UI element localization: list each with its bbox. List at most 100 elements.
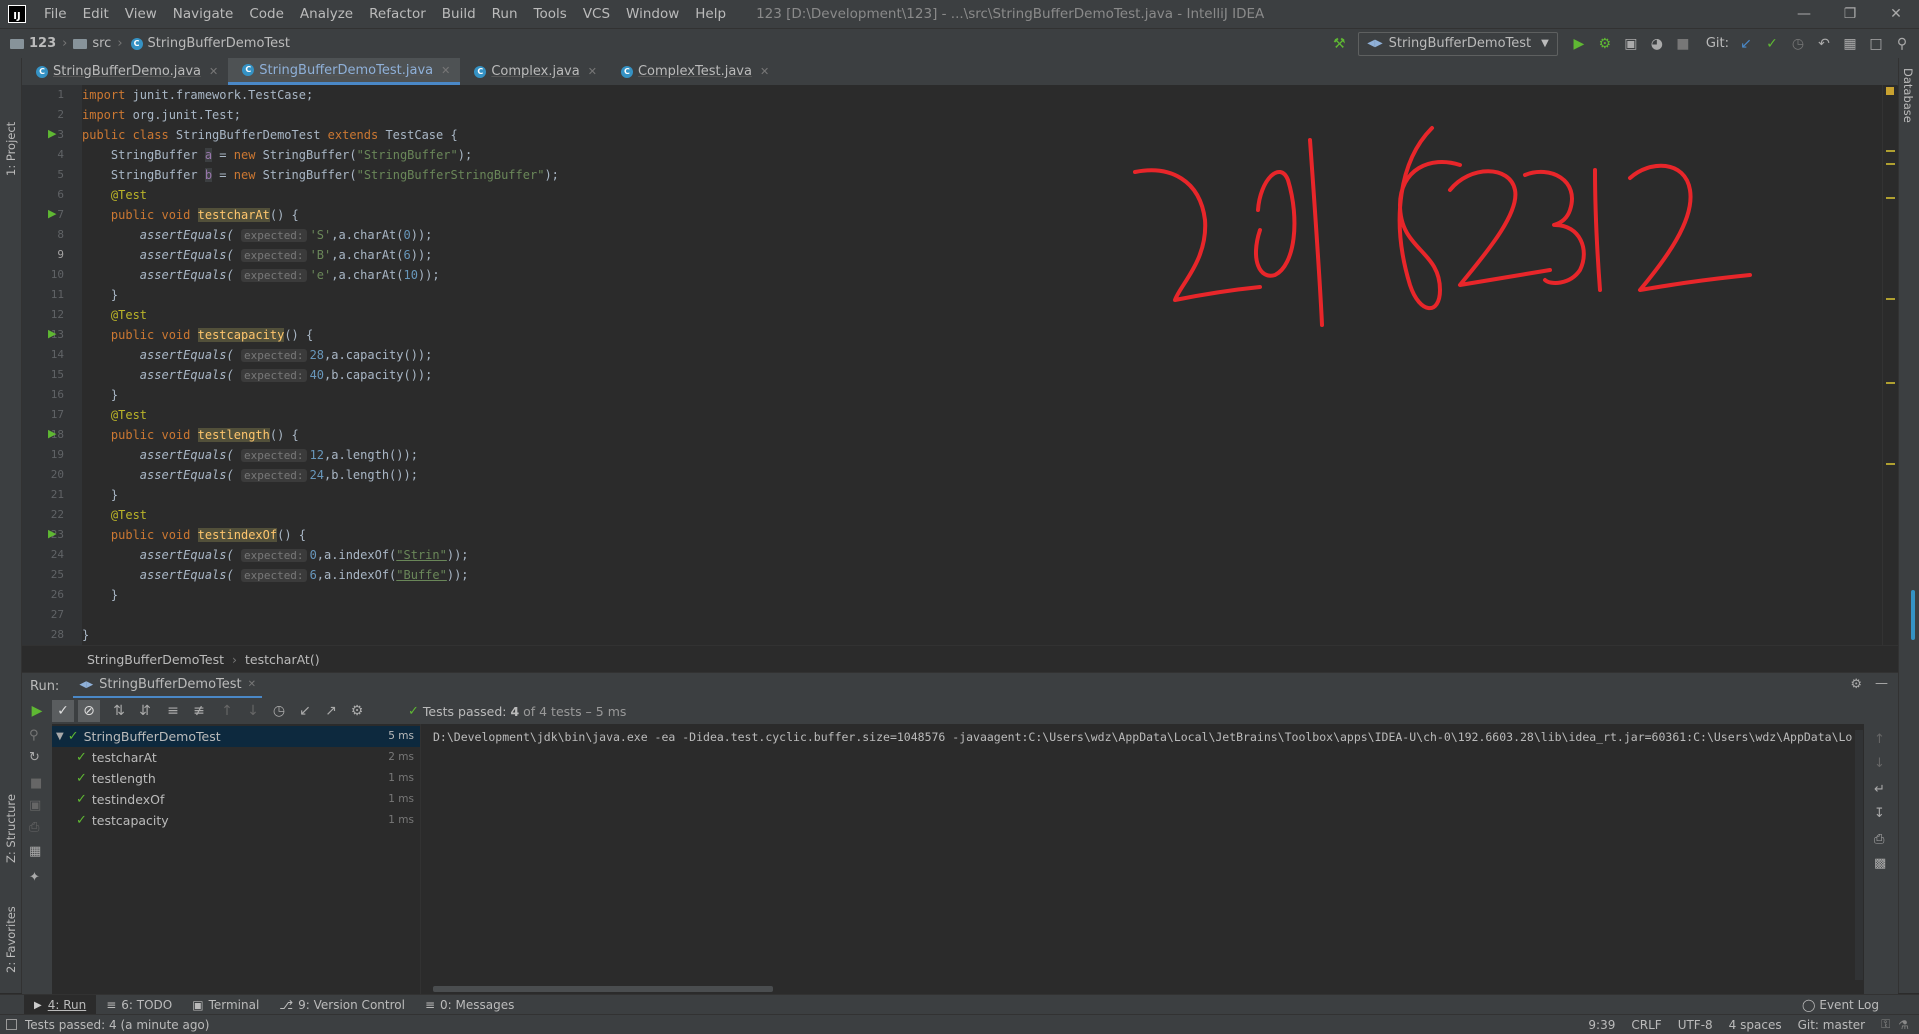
run-test-icon[interactable]: ▶ <box>48 427 56 440</box>
file-encoding[interactable]: UTF-8 <box>1670 1018 1721 1032</box>
prev-failed-icon[interactable]: ↑ <box>216 700 238 722</box>
messages-tool-button[interactable]: ≡ 0: Messages <box>415 995 524 1015</box>
event-log-button[interactable]: ◯ Event Log <box>1792 995 1889 1015</box>
pin-icon[interactable]: ⚲ <box>29 728 39 743</box>
layout-icon[interactable]: ▦ <box>29 844 41 859</box>
tab-stringbufferdemo[interactable]: C StringBufferDemo.java ✕ <box>22 58 228 85</box>
tab-complex[interactable]: C Complex.java ✕ <box>460 58 607 85</box>
export-tests-icon[interactable]: ↗ <box>320 700 342 722</box>
next-failed-icon[interactable]: ↓ <box>242 700 264 722</box>
camera-icon[interactable]: ▣ <box>29 798 41 813</box>
favorites-tool-button[interactable]: 2: Favorites <box>4 906 18 973</box>
import-tests-icon[interactable]: ↙ <box>294 700 316 722</box>
run-tool-button[interactable]: ▶ 4: Run <box>24 995 97 1015</box>
git-branch[interactable]: Git: master <box>1790 1018 1874 1032</box>
tab-stringbufferdemotest[interactable]: C StringBufferDemoTest.java ✕ <box>228 58 461 85</box>
menu-code[interactable]: Code <box>241 6 292 22</box>
menu-navigate[interactable]: Navigate <box>165 6 242 22</box>
stop-icon[interactable]: ■ <box>1672 33 1694 55</box>
git-commit-icon[interactable]: ✓ <box>1761 33 1783 55</box>
close-tab-icon[interactable]: ✕ <box>248 679 256 690</box>
menu-file[interactable]: File <box>36 6 75 22</box>
stripe-mark[interactable] <box>1886 197 1895 199</box>
git-revert-icon[interactable]: ↶ <box>1813 33 1835 55</box>
run-test-icon[interactable]: ▶ <box>48 207 56 220</box>
stripe-mark[interactable] <box>1886 382 1895 384</box>
pin-tab-icon[interactable]: ✦ <box>29 870 40 885</box>
close-tab-icon[interactable]: ✕ <box>441 64 450 77</box>
show-passed-icon[interactable]: ✓ <box>52 700 74 722</box>
caret-position[interactable]: 9:39 <box>1580 1018 1623 1032</box>
tree-test-node[interactable]: ✓ testcapacity 1 ms <box>76 810 420 831</box>
settings-gear-icon[interactable]: ⚙ <box>1850 677 1862 692</box>
restore-icon[interactable]: ❐ <box>1827 0 1873 28</box>
menu-window[interactable]: Window <box>618 6 687 22</box>
warning-indicator-icon[interactable] <box>1886 87 1894 95</box>
minimize-icon[interactable]: — <box>1781 0 1827 28</box>
console-output[interactable]: D:\Development\jdk\bin\java.exe -ea -Did… <box>421 724 1863 994</box>
menu-view[interactable]: View <box>117 6 165 22</box>
tree-test-node[interactable]: ✓ testcharAt 2 ms <box>76 747 420 768</box>
menu-vcs[interactable]: VCS <box>575 6 618 22</box>
menu-run[interactable]: Run <box>484 6 526 22</box>
exit-icon[interactable]: ⎙ <box>29 820 39 835</box>
run-test-class-icon[interactable]: ▶ <box>48 127 56 140</box>
stripe-mark[interactable] <box>1886 163 1895 165</box>
down-arrow-icon[interactable]: ↓ <box>1874 756 1885 771</box>
close-window-icon[interactable]: ✕ <box>1873 0 1919 28</box>
stop-icon[interactable]: ■ <box>30 776 42 791</box>
scroll-to-end-icon[interactable]: ↧ <box>1874 806 1885 821</box>
breadcrumb-method[interactable]: testcharAt() <box>245 652 320 667</box>
build-hammer-icon[interactable]: ⚒ <box>1328 33 1350 55</box>
line-separator[interactable]: CRLF <box>1623 1018 1669 1032</box>
presentation-icon[interactable]: □ <box>1865 33 1887 55</box>
close-tab-icon[interactable]: ✕ <box>588 65 597 78</box>
run-configuration-select[interactable]: ◀▶ StringBufferDemoTest ▼ <box>1358 31 1558 56</box>
show-ignored-icon[interactable]: ⊘ <box>78 700 100 722</box>
menu-tools[interactable]: Tools <box>526 6 575 22</box>
sort-alpha-icon[interactable]: ⇅ <box>108 700 130 722</box>
menu-build[interactable]: Build <box>434 6 484 22</box>
version-control-tool-button[interactable]: ⎇ 9: Version Control <box>269 995 415 1015</box>
stripe-mark[interactable] <box>1886 150 1895 152</box>
structure-tool-button[interactable]: Z: Structure <box>4 794 18 863</box>
run-test-icon[interactable]: ▶ <box>48 327 56 340</box>
lock-icon[interactable]: ⚿ <box>1873 1017 1898 1032</box>
run-tab[interactable]: ◀▶ StringBufferDemoTest ✕ <box>73 673 263 699</box>
git-update-icon[interactable]: ↙ <box>1735 33 1757 55</box>
hide-panel-icon[interactable]: — <box>1875 676 1888 691</box>
close-tab-icon[interactable]: ✕ <box>760 65 769 78</box>
restart-icon[interactable]: ↻ <box>29 750 40 765</box>
breadcrumb-src[interactable]: src <box>69 36 111 51</box>
debug-icon[interactable]: ⚙ <box>1594 33 1616 55</box>
error-stripe[interactable] <box>1882 85 1897 645</box>
test-history-icon[interactable]: ◷ <box>268 700 290 722</box>
menu-help[interactable]: Help <box>687 6 734 22</box>
project-tool-button[interactable]: 1: Project <box>4 122 18 176</box>
todo-tool-button[interactable]: ≡ 6: TODO <box>96 995 182 1015</box>
horizontal-scrollbar[interactable] <box>433 986 773 992</box>
soft-wrap-icon[interactable]: ↵ <box>1874 782 1885 797</box>
project-structure-icon[interactable]: ▦ <box>1839 33 1861 55</box>
terminal-tool-button[interactable]: ▣ Terminal <box>182 995 269 1015</box>
editor-gutter[interactable]: 1 2 3 4 5 6 7 8 9 10 11 12 13 14 15 16 1… <box>22 85 82 645</box>
search-icon[interactable]: ⚲ <box>1891 33 1913 55</box>
vertical-scrollbar[interactable] <box>1855 730 1863 980</box>
tree-test-node[interactable]: ✓ testlength 1 ms <box>76 768 420 789</box>
coverage-icon[interactable]: ▣ <box>1620 33 1642 55</box>
breadcrumb-class[interactable]: C StringBufferDemoTest <box>125 36 290 51</box>
stripe-mark[interactable] <box>1886 298 1895 300</box>
trash-icon[interactable]: ▩ <box>1874 856 1886 871</box>
tree-root-node[interactable]: ▼ ✓ StringBufferDemoTest 5 ms <box>52 726 420 747</box>
print-icon[interactable]: ⎙ <box>1874 832 1884 847</box>
notifications-icon[interactable]: ⚗ <box>1898 1018 1909 1032</box>
status-message[interactable]: Tests passed: 4 (a minute ago) <box>17 1018 217 1032</box>
run-icon[interactable]: ▶ <box>1568 33 1590 55</box>
menu-refactor[interactable]: Refactor <box>361 6 434 22</box>
menu-edit[interactable]: Edit <box>75 6 117 22</box>
stripe-mark[interactable] <box>1886 463 1895 465</box>
close-tab-icon[interactable]: ✕ <box>209 65 218 78</box>
expand-arrow-icon[interactable]: ▼ <box>56 726 64 747</box>
expand-all-icon[interactable]: ≡ <box>162 700 184 722</box>
database-tool-button[interactable]: Database <box>1901 68 1915 123</box>
